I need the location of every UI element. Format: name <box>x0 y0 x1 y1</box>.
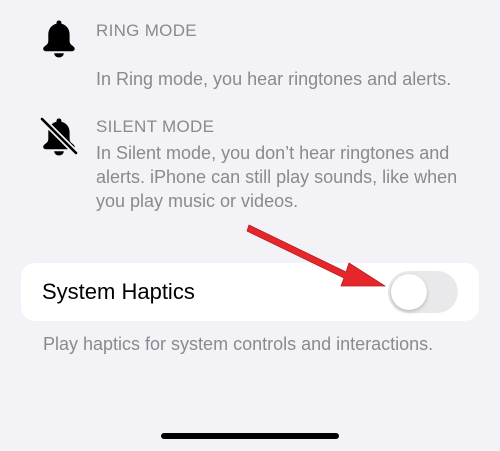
ring-mode-description: In Ring mode, you hear ringtones and ale… <box>96 69 452 89</box>
toggle-knob <box>391 274 427 310</box>
system-haptics-toggle[interactable] <box>388 271 458 313</box>
bell-slash-icon <box>38 114 80 156</box>
silent-mode-description: In Silent mode, you don’t hear ringtones… <box>96 143 458 211</box>
silent-mode-title: SILENT MODE <box>96 117 215 136</box>
home-indicator <box>161 433 339 439</box>
system-haptics-label: System Haptics <box>42 279 195 304</box>
system-haptics-row: System Haptics <box>21 263 479 321</box>
system-haptics-footer: Play haptics for system controls and int… <box>43 334 434 354</box>
ring-mode-title: RING MODE <box>96 21 197 40</box>
bell-icon <box>38 16 80 58</box>
